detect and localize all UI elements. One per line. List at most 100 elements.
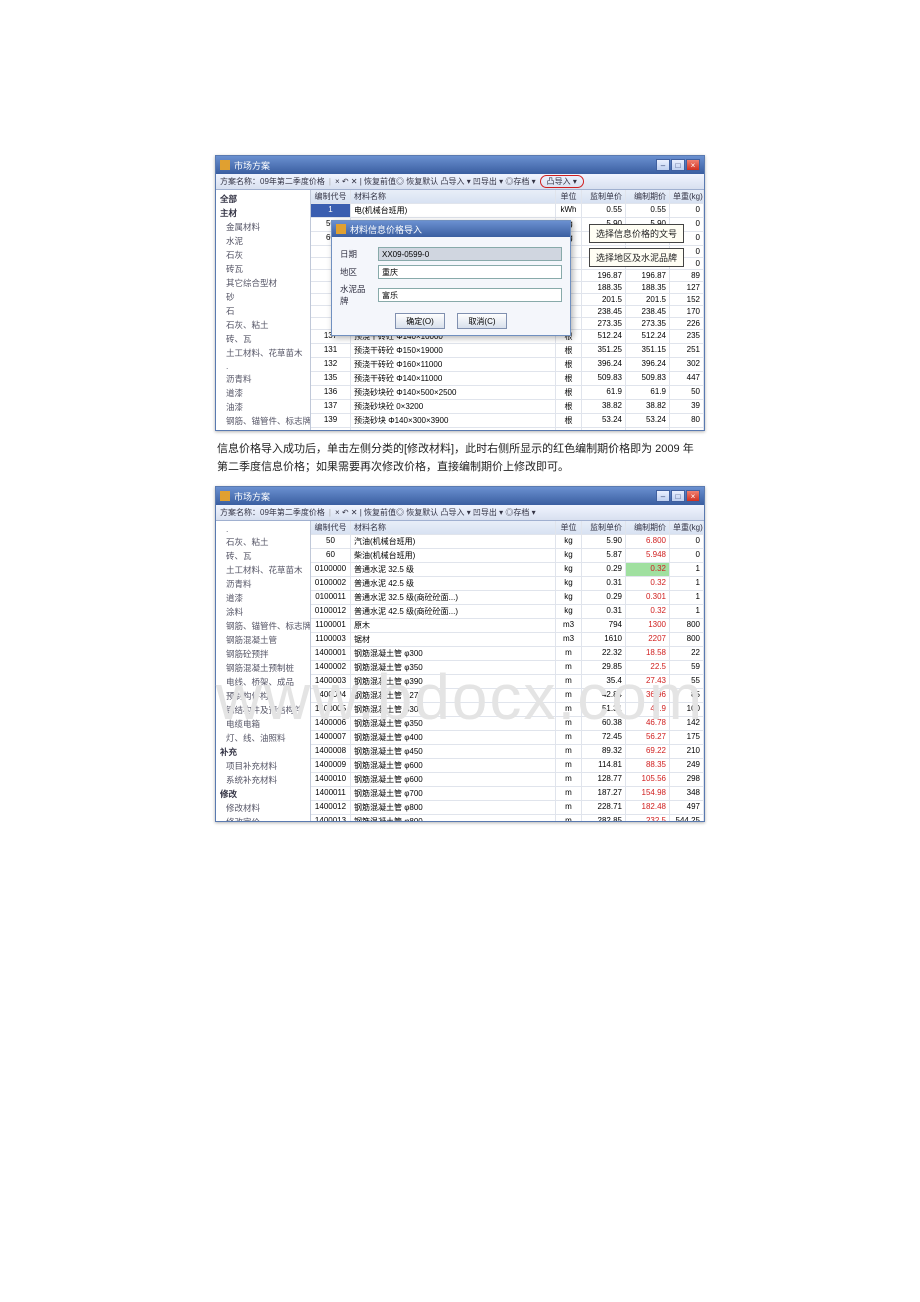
cell-price2[interactable]: 182.48	[626, 801, 670, 814]
sidebar-item[interactable]: 修改材料	[216, 801, 310, 815]
sidebar-item[interactable]: 全部	[216, 192, 310, 206]
col-price1[interactable]: 监制单价	[582, 521, 626, 534]
cell-price2[interactable]: 1300	[626, 619, 670, 632]
cell-price2[interactable]: 61.9	[626, 386, 670, 399]
table-row[interactable]: 1400013 钢筋混凝土管 φ800m282.85232.5544.25	[311, 815, 704, 821]
close-button[interactable]: ×	[686, 159, 700, 171]
col-price2[interactable]: 编制期价	[626, 190, 670, 203]
sidebar-item[interactable]: 灯、线、油照料	[216, 731, 310, 745]
col-code[interactable]: 编制代号	[311, 190, 351, 203]
cell-price2[interactable]: 0.32	[626, 577, 670, 590]
toolbar-buttons[interactable]: × ↶ ✕ | 恢复前值◎ 恢复默认 凸导入 ▾ 凹导出 ▾ ◎存档 ▾	[335, 176, 536, 187]
cell-price2[interactable]: 0.32	[626, 563, 670, 576]
sidebar-item[interactable]: 电缆电箱	[216, 717, 310, 731]
maximize-button[interactable]: □	[671, 159, 685, 171]
cell-price2[interactable]: 27.43	[626, 675, 670, 688]
col-unit[interactable]: 单位	[556, 190, 582, 203]
sidebar-item[interactable]: 砖、瓦	[216, 549, 310, 563]
brand-field[interactable]: 富乐	[378, 288, 562, 302]
table-row[interactable]: 132 预浇干砖砼 Φ160×11000根396.24396.24302	[311, 358, 704, 372]
table-row[interactable]: 0100000 普通水泥 32.5 级kg0.290.321	[311, 563, 704, 577]
cell-price2[interactable]: 56.27	[626, 731, 670, 744]
sidebar-item[interactable]: 钢筋、锚管件、标志牌	[216, 414, 310, 428]
cell-price2[interactable]: 512.24	[626, 330, 670, 343]
sidebar-item[interactable]: 修改	[216, 787, 310, 801]
sidebar-item[interactable]: 钢筋混凝土预制桩	[216, 661, 310, 675]
import-highlight-oval[interactable]: 凸导入 ▾	[540, 175, 584, 188]
cell-price2[interactable]: 18.58	[626, 647, 670, 660]
cell-price2[interactable]: 88.35	[626, 759, 670, 772]
table-row[interactable]: 140 预浇楼砼 Φ140×300×3500根101.90101.9080	[311, 428, 704, 430]
category-sidebar[interactable]: .石灰、粘土砖、瓦土工材料、花草苗木沥青料道漆涂料钢筋、锚管件、标志牌钢筋混凝土…	[216, 521, 311, 821]
minimize-button[interactable]: –	[656, 159, 670, 171]
table-row[interactable]: 136 预浇砂块砼 Φ140×500×2500根61.961.950	[311, 386, 704, 400]
cell-price2[interactable]: 0.301	[626, 591, 670, 604]
close-button[interactable]: ×	[686, 490, 700, 502]
cell-price2[interactable]: 53.24	[626, 414, 670, 427]
table-row[interactable]: 1400009 钢筋混凝土管 φ600m114.8188.35249	[311, 759, 704, 773]
sidebar-item[interactable]: 道漆	[216, 386, 310, 400]
sidebar-item[interactable]: 金属材料	[216, 220, 310, 234]
titlebar[interactable]: 市场方案 – □ ×	[216, 487, 704, 505]
cell-price2[interactable]: 196.87	[626, 270, 670, 281]
cell-price2[interactable]: 238.45	[626, 306, 670, 317]
table-row[interactable]: 131 预浇干砖砼 Φ150×19000根351.25351.15251	[311, 344, 704, 358]
cancel-button[interactable]: 取消(C)	[457, 313, 507, 329]
sidebar-item[interactable]: 钢结构件及预结构件	[216, 703, 310, 717]
table-row[interactable]: 1400010 钢筋混凝土管 φ600m128.77105.56298	[311, 773, 704, 787]
cell-price2[interactable]: 351.15	[626, 344, 670, 357]
import-dialog[interactable]: 材料信息价格导入 日期 XX09-0599-0 地区 重庆 水泥品牌	[331, 220, 571, 336]
sidebar-item[interactable]: 系统补充材料	[216, 773, 310, 787]
col-name[interactable]: 材料名称	[351, 190, 556, 203]
table-row[interactable]: 135 预浇干砖砼 Φ140×11000根509.83509.83447	[311, 372, 704, 386]
sidebar-item[interactable]: 钢筋、锚管件、标志牌	[216, 619, 310, 633]
sidebar-item[interactable]: .	[216, 360, 310, 372]
col-price2[interactable]: 编制期价	[626, 521, 670, 534]
sidebar-item[interactable]: 土工材料、花草苗木	[216, 346, 310, 360]
sidebar-item[interactable]: 水泥	[216, 234, 310, 248]
titlebar[interactable]: 市场方案 – □ ×	[216, 156, 704, 174]
table-row[interactable]: 1400012 钢筋混凝土管 φ800m228.71182.48497	[311, 801, 704, 815]
sidebar-item[interactable]: 油漆	[216, 400, 310, 414]
sidebar-item[interactable]: .	[216, 523, 310, 535]
sidebar-item[interactable]: 沥青料	[216, 577, 310, 591]
cell-price2[interactable]: 188.35	[626, 282, 670, 293]
table-row[interactable]: 1400007 钢筋混凝土管 φ400m72.4556.27175	[311, 731, 704, 745]
cell-price2[interactable]: 396.24	[626, 358, 670, 371]
table-row[interactable]: 1400008 钢筋混凝土管 φ450m89.3269.22210	[311, 745, 704, 759]
table-row[interactable]: 0100002 普通水泥 42.5 级kg0.310.321	[311, 577, 704, 591]
sidebar-item[interactable]: 主材	[216, 206, 310, 220]
sidebar-item[interactable]: 砂	[216, 290, 310, 304]
table-row[interactable]: 0100011 普通水泥 32.5 级(商砼砼面...)kg0.290.3011	[311, 591, 704, 605]
table-row[interactable]: 1400002 钢筋混凝土管 φ350m29.8522.559	[311, 661, 704, 675]
cell-price2[interactable]: 154.98	[626, 787, 670, 800]
table-row[interactable]: 1400001 钢筋混凝土管 φ300m22.3218.5822	[311, 647, 704, 661]
col-weight[interactable]: 单重(kg)	[670, 521, 704, 534]
col-price1[interactable]: 监制单价	[582, 190, 626, 203]
sidebar-item[interactable]: 预制构件构	[216, 689, 310, 703]
sidebar-item[interactable]: 其它综合型材	[216, 276, 310, 290]
cell-price2[interactable]: 22.5	[626, 661, 670, 674]
date-field[interactable]: XX09-0599-0	[378, 247, 562, 261]
table-row[interactable]: 60 柴油(机械台班用)kg5.875.9480	[311, 549, 704, 563]
table-row[interactable]: 1100003 锯材m316102207800	[311, 633, 704, 647]
table-row[interactable]: 1400004 钢筋混凝土管 φ270m42.8436.9685	[311, 689, 704, 703]
sidebar-item[interactable]: 涂料	[216, 605, 310, 619]
cell-price2[interactable]: 0.32	[626, 605, 670, 618]
cell-price2[interactable]: 273.35	[626, 318, 670, 329]
cell-price2[interactable]: 46.78	[626, 717, 670, 730]
cell-price2[interactable]: 105.56	[626, 773, 670, 786]
sidebar-item[interactable]: 石灰、粘土	[216, 318, 310, 332]
table-row[interactable]: 1400003 钢筋混凝土管 φ390m35.427.4355	[311, 675, 704, 689]
col-weight[interactable]: 单重(kg)	[670, 190, 704, 203]
grid-body[interactable]: 50 汽油(机械台班用)kg5.906.800060 柴油(机械台班用)kg5.…	[311, 535, 704, 821]
sidebar-item[interactable]: 钢筋砼预拌	[216, 647, 310, 661]
cell-price2[interactable]: 232.5	[626, 815, 670, 821]
cell-price2[interactable]: 101.90	[626, 428, 670, 430]
sidebar-item[interactable]: 补充	[216, 745, 310, 759]
sidebar-item[interactable]: 项目补充材料	[216, 759, 310, 773]
toolbar-buttons[interactable]: × ↶ ✕ | 恢复前值◎ 恢复默认 凸导入 ▾ 凹导出 ▾ ◎存档 ▾	[335, 507, 536, 518]
sidebar-item[interactable]: 钢筋混凝土管	[216, 633, 310, 647]
table-row[interactable]: 1100001 原木m37941300800	[311, 619, 704, 633]
cell-price2[interactable]: 5.948	[626, 549, 670, 562]
